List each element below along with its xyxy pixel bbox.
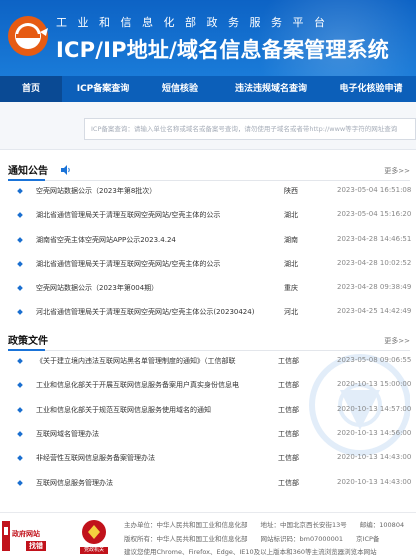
notice-region: 河北 [284,308,298,316]
gov-badge-label: 政府网站 [12,530,40,538]
policy-date: 2020-10-13 14:43:00 [337,453,412,461]
notice-region: 陕西 [284,187,298,195]
notice-title[interactable]: 河北省通信管理局关于清理互联网空壳网站/空壳主体公示(20230424) [36,307,276,317]
party-badge-label: 党政机关 [83,547,104,553]
notice-title[interactable]: 空壳网站数据公示（2023年第004期） [36,283,276,293]
notice-date: 2023-04-28 14:46:51 [337,235,412,243]
bullet-icon [17,285,23,291]
policy-date: 2020-10-13 14:57:00 [337,405,412,413]
notice-title[interactable]: 湖南省空壳主体空壳网站APP公示2023.4.24 [36,235,276,245]
notice-region: 湖南 [284,236,298,244]
policy-date: 2020-10-13 15:00:00 [337,380,412,388]
policy-row[interactable]: 互联网信息服务管理办法 工信部 2020-10-13 14:43:00 [0,471,416,495]
bullet-icon [17,455,23,461]
footer-sponsor: 主办单位：中华人民共和国工业和信息化部 地址：中国北京西长安街13号 邮编：10… [124,521,405,529]
notice-region: 重庆 [284,284,298,292]
footer-browser-tip: 建议您使用Chrome、Firefox、Edge、IE10及以上版本和360等主… [124,548,377,556]
policies-title: 政策文件 [8,336,48,347]
search-band: ICP备案查询：请输入单位名称或域名或备案号查询，请勿使用子域名或者带http:… [0,102,416,150]
policy-title[interactable]: 工业和信息化部关于规范互联网信息服务使用域名的通知 [36,405,276,415]
notice-date: 2023-04-28 10:02:52 [337,259,412,267]
nav-item-sms-verify[interactable]: 短信核验 [144,76,216,102]
main-nav: 首页 ICP备案查询 短信核验 违法违规域名查询 电子化核验申请 [0,76,416,102]
gov-website-error-badge[interactable]: 政府网站 找错 [2,519,56,553]
policy-date: 2020-10-13 14:43:00 [337,478,412,486]
policy-source: 工信部 [278,479,299,487]
policy-source: 工信部 [278,430,299,438]
notices-title: 通知公告 [8,166,48,177]
notice-title[interactable]: 空壳网站数据公示（2023年第8批次） [36,186,276,196]
site-header: 工业和信息化部政务服务平台 ICP/IP地址/域名信息备案管理系统 [0,0,416,76]
icp-logo-icon [8,16,48,56]
policy-title[interactable]: 互联网域名管理办法 [36,429,276,439]
speaker-icon [61,165,70,175]
policy-row[interactable]: 工业和信息化部关于规范互联网信息服务使用域名的通知 工信部 2020-10-13… [0,398,416,422]
policy-row[interactable]: 互联网域名管理办法 工信部 2020-10-13 14:56:00 [0,422,416,446]
policy-source: 工信部 [278,454,299,462]
notice-date: 2023-04-25 14:42:49 [337,307,412,315]
notice-title[interactable]: 湖北省通信管理局关于清理互联网空壳网站/空壳主体的公示 [36,210,276,220]
notice-date: 2023-04-28 09:38:49 [337,283,412,291]
site-footer: 政府网站 找错 党政机关 主办单位：中华人民共和国工业和信息化部 地址：中国北京… [0,512,416,556]
policy-row[interactable]: 《关于建立境内违法互联网站黑名单管理制度的通知》（工信部联 工信部 2023-0… [0,349,416,373]
notices-more-link[interactable]: 更多>> [384,166,410,176]
notice-date: 2023-05-04 15:16:20 [337,210,412,218]
bullet-icon [17,261,23,267]
notice-region: 湖北 [284,260,298,268]
nav-item-e-verify[interactable]: 电子化核验申请 [326,76,416,102]
bullet-icon [17,480,23,486]
bullet-icon [17,407,23,413]
bullet-icon [17,212,23,218]
policy-title[interactable]: 互联网信息服务管理办法 [36,478,276,488]
policy-source: 工信部 [278,406,299,414]
policy-source: 工信部 [278,357,299,365]
nav-item-icp-query[interactable]: ICP备案查询 [62,76,144,102]
policy-title[interactable]: 工业和信息化部关于开展互联网信息服务备案用户真实身份信息电 [36,380,276,390]
bullet-icon [17,188,23,194]
bullet-icon [17,431,23,437]
notice-row[interactable]: 空壳网站数据公示（2023年第8批次） 陕西 2023-05-04 16:51:… [0,179,416,203]
notice-row[interactable]: 河北省通信管理局关于清理互联网空壳网站/空壳主体公示(20230424) 河北 … [0,300,416,324]
notice-region: 湖北 [284,211,298,219]
policy-title[interactable]: 非经营性互联网信息服务备案管理办法 [36,453,276,463]
policy-date: 2023-05-08 09:06:55 [337,356,412,364]
search-input[interactable]: ICP备案查询：请输入单位名称或域名或备案号查询，请勿使用子域名或者带http:… [84,118,416,140]
bullet-icon [17,358,23,364]
footer-copyright: 版权所有：中华人民共和国工业和信息化部 网站标识码：bm07000001 京IC… [124,535,380,543]
policy-source: 工信部 [278,381,299,389]
policy-date: 2020-10-13 14:56:00 [337,429,412,437]
notice-date: 2023-05-04 16:51:08 [337,186,412,194]
header-subtitle: 工业和信息化部政务服务平台 [56,16,336,29]
notice-row[interactable]: 湖北省通信管理局关于清理互联网空壳网站/空壳主体的公示 湖北 2023-04-2… [0,252,416,276]
notice-row[interactable]: 湖南省空壳主体空壳网站APP公示2023.4.24 湖南 2023-04-28 … [0,228,416,252]
nav-item-home[interactable]: 首页 [0,76,62,102]
page-title: ICP/IP地址/域名信息备案管理系统 [56,38,389,62]
bullet-icon [17,382,23,388]
nav-item-illegal-domain[interactable]: 违法违规域名查询 [216,76,326,102]
gov-badge-action: 找错 [26,541,46,551]
notice-title[interactable]: 湖北省通信管理局关于清理互联网空壳网站/空壳主体的公示 [36,259,276,269]
party-gov-badge[interactable]: 党政机关 [80,519,108,555]
policy-title[interactable]: 《关于建立境内违法互联网站黑名单管理制度的通知》（工信部联 [36,356,276,366]
notice-row[interactable]: 空壳网站数据公示（2023年第004期） 重庆 2023-04-28 09:38… [0,276,416,300]
policy-row[interactable]: 非经营性互联网信息服务备案管理办法 工信部 2020-10-13 14:43:0… [0,446,416,470]
bullet-icon [17,309,23,315]
bullet-icon [17,237,23,243]
policy-row[interactable]: 工业和信息化部关于开展互联网信息服务备案用户真实身份信息电 工信部 2020-1… [0,373,416,397]
notice-row[interactable]: 湖北省通信管理局关于清理互联网空壳网站/空壳主体的公示 湖北 2023-05-0… [0,203,416,227]
